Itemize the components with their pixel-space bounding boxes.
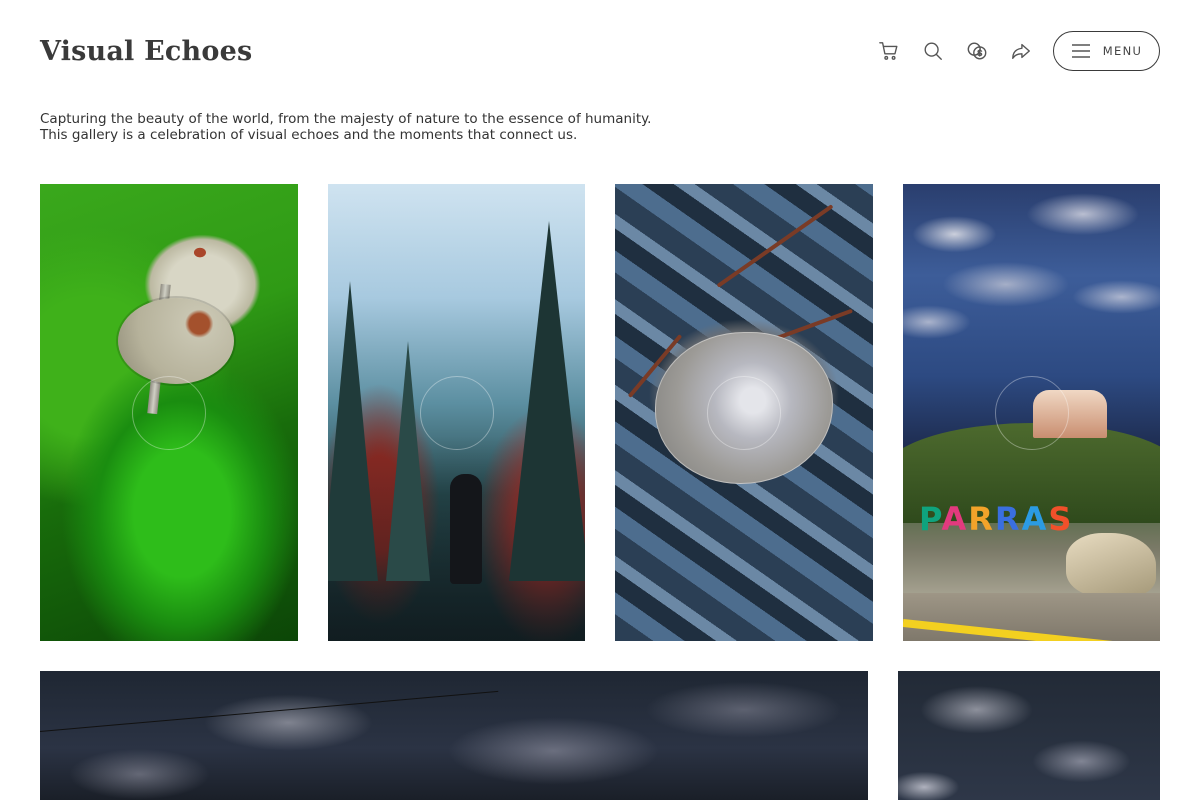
sign-letter: P [919, 500, 942, 538]
parras-sign: PARRAS [919, 500, 1073, 538]
hover-ring-icon [994, 375, 1069, 450]
gallery-photo-night-sky-wide[interactable] [40, 671, 868, 800]
mushroom-cap [118, 298, 234, 384]
site-header: Visual Echoes MENU [40, 28, 1160, 74]
cart-icon [879, 42, 898, 60]
sign-letter: R [994, 500, 1022, 538]
intro-text: Capturing the beauty of the world, from … [40, 111, 652, 143]
twig [716, 204, 834, 288]
sign-letter: A [1021, 500, 1049, 538]
menu-button[interactable]: MENU [1053, 31, 1160, 71]
sign-letter: R [968, 500, 995, 538]
gallery-photo-parras[interactable]: PARRAS [903, 184, 1160, 641]
hover-ring-icon [419, 375, 494, 450]
gallery-photo-leaf[interactable] [615, 184, 873, 641]
gallery-photo-night-sky[interactable] [898, 671, 1160, 800]
hamburger-icon [1071, 44, 1090, 58]
gallery-photo-mushroom[interactable] [40, 184, 298, 641]
power-line [40, 690, 499, 732]
search-button[interactable] [911, 29, 955, 73]
rock [1066, 533, 1156, 597]
currency-button[interactable] [955, 29, 999, 73]
search-icon [924, 42, 942, 60]
header-actions: MENU [867, 29, 1160, 73]
share-icon [1012, 43, 1030, 60]
gallery-photo-forest[interactable] [328, 184, 585, 641]
tree [386, 341, 430, 581]
sign-letter: A [941, 500, 969, 538]
tree [509, 221, 585, 581]
hiker [450, 474, 482, 584]
cart-button[interactable] [867, 29, 911, 73]
currency-icon [967, 42, 987, 60]
hover-ring-icon [707, 375, 781, 450]
tree [328, 281, 378, 581]
menu-label: MENU [1102, 44, 1143, 58]
site-title[interactable]: Visual Echoes [40, 36, 252, 67]
sign-letter: S [1048, 500, 1074, 538]
hover-ring-icon [132, 375, 206, 450]
share-button[interactable] [999, 29, 1043, 73]
